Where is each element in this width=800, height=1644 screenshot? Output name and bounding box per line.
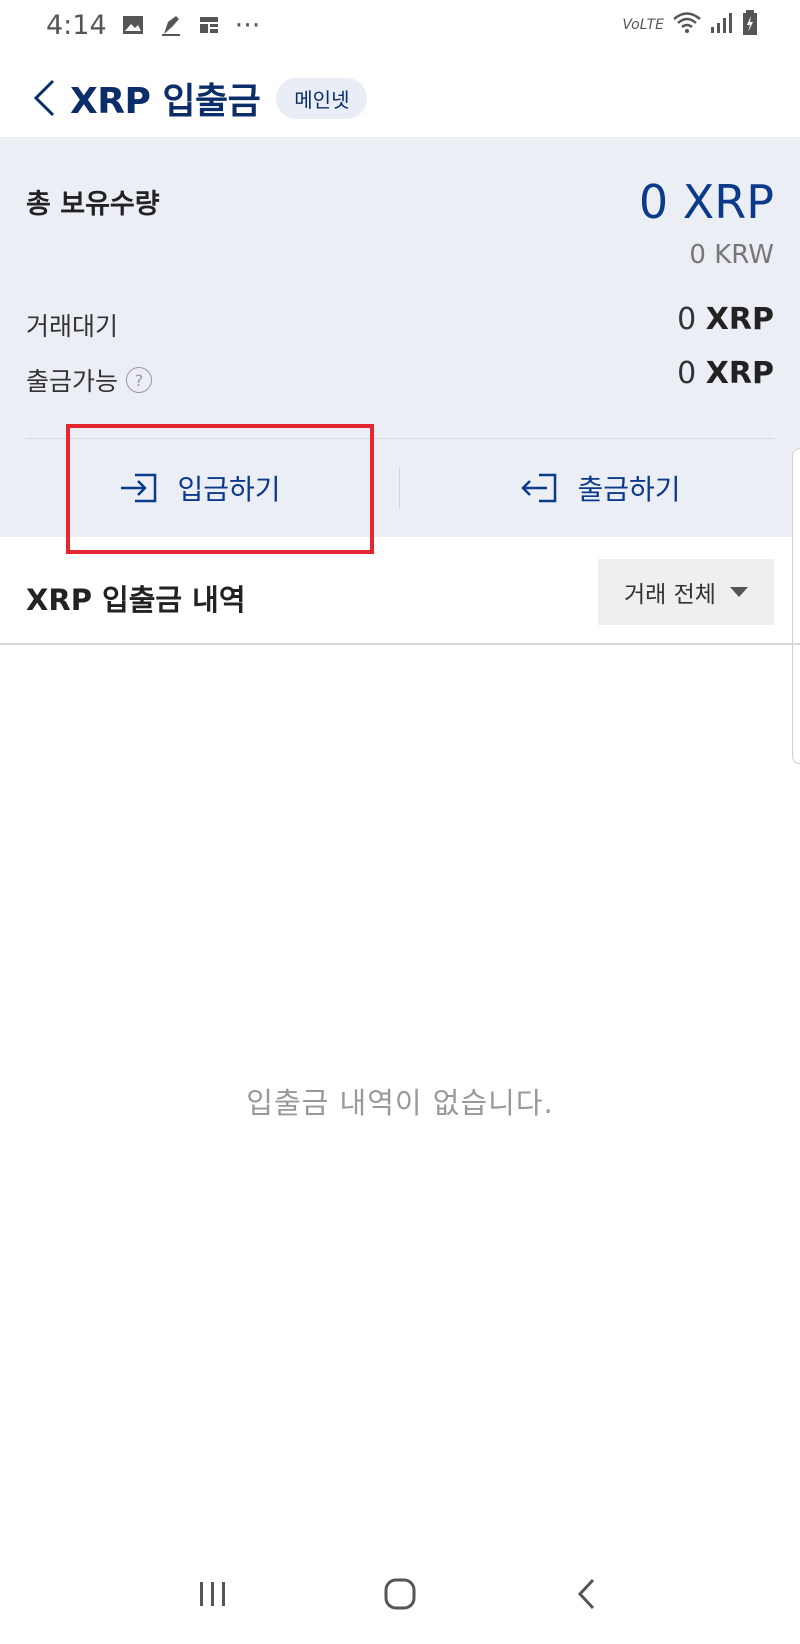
transaction-filter-dropdown[interactable]: 거래 전체 (598, 559, 774, 625)
status-right: VoLTE (622, 10, 758, 40)
pen-icon (159, 14, 183, 36)
signal-icon (710, 12, 734, 38)
system-nav-bar (0, 1544, 800, 1644)
gallery-icon (121, 14, 145, 36)
network-badge: 메인넷 (276, 77, 368, 119)
status-left: 4:14 ··· (46, 10, 260, 41)
available-value: 0 XRP (677, 356, 774, 391)
available-label: 출금가능 (26, 367, 119, 396)
filter-label: 거래 전체 (624, 582, 716, 608)
help-icon[interactable]: ? (126, 367, 153, 393)
back-button[interactable] (24, 70, 64, 126)
pending-label: 거래대기 (26, 312, 119, 341)
action-separator (399, 467, 400, 509)
app-header: XRP 입출금 메인넷 (0, 62, 800, 134)
available-unit: XRP (705, 356, 774, 391)
total-krw-value: 0 KRW (689, 240, 774, 270)
withdraw-button[interactable]: 출금하기 (400, 439, 800, 537)
back-nav-button[interactable] (557, 1564, 617, 1624)
home-button[interactable] (370, 1564, 430, 1624)
available-amount: 0 (677, 356, 697, 391)
withdraw-label: 출금하기 (577, 473, 681, 506)
volte-icon: VoLTE (622, 17, 664, 33)
pending-unit: XRP (705, 302, 774, 337)
available-label-row: 출금가능 ? (26, 362, 153, 398)
wifi-icon (672, 11, 702, 39)
status-time: 4:14 (46, 9, 107, 41)
total-holdings-label: 총 보유수량 (26, 189, 160, 220)
dropdown-arrow-icon (729, 587, 748, 597)
pending-value: 0 XRP (677, 302, 774, 337)
highlight-box (66, 424, 374, 554)
withdraw-icon (521, 473, 557, 503)
total-holdings-value: 0 XRP (638, 175, 774, 229)
page-title: XRP 입출금 (70, 81, 261, 122)
empty-history-message: 입출금 내역이 없습니다. (246, 1086, 554, 1120)
home-icon (384, 1578, 416, 1610)
status-bar: 4:14 ··· VoLTE (0, 0, 800, 50)
recent-apps-icon (200, 1582, 226, 1606)
history-title: XRP 입출금 내역 (26, 583, 246, 617)
news-icon (197, 14, 221, 36)
chevron-left-icon (33, 79, 55, 117)
pending-amount: 0 (677, 302, 697, 337)
recent-apps-button[interactable] (183, 1564, 243, 1624)
battery-icon (742, 10, 758, 40)
back-nav-icon (577, 1578, 594, 1610)
history-header: XRP 입출금 내역 거래 전체 (0, 537, 800, 645)
more-notifications-icon: ··· (234, 9, 261, 41)
